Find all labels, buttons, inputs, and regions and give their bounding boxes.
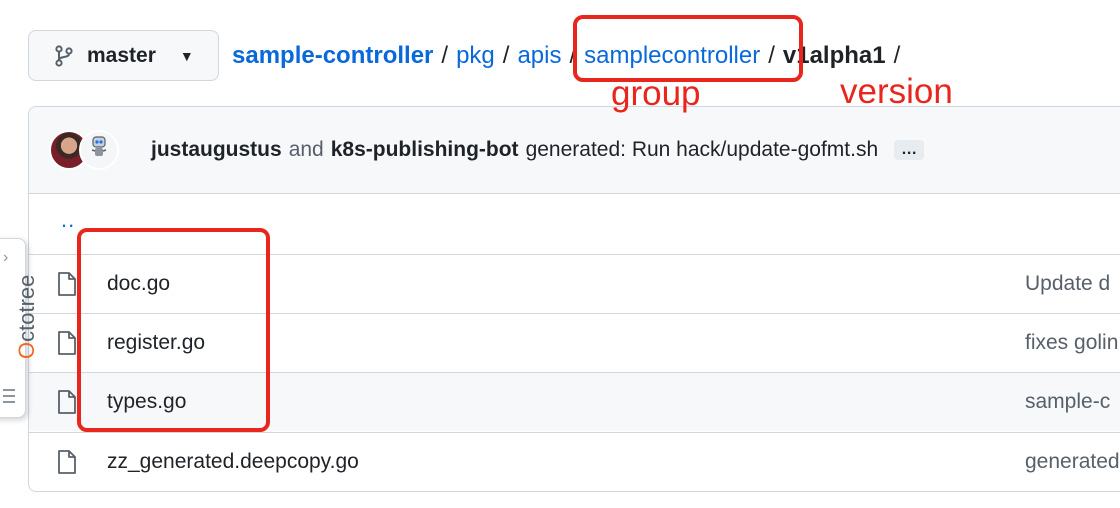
branch-name: master — [87, 43, 156, 67]
breadcrumb-separator: / — [502, 42, 510, 69]
file-icon — [57, 389, 77, 421]
breadcrumb: sample-controller / pkg / apis / samplec… — [232, 40, 908, 72]
file-commit-message[interactable]: generated — [1025, 450, 1120, 474]
file-commit-message[interactable]: Update d — [1025, 272, 1110, 296]
file-name-link[interactable]: zz_generated.deepcopy.go — [107, 450, 359, 474]
breadcrumb-repo-link[interactable]: sample-controller — [232, 42, 433, 70]
breadcrumb-separator: / — [893, 42, 901, 69]
version-annotation-label: version — [840, 72, 953, 111]
group-annotation-label: group — [611, 74, 701, 113]
commit-coauthor-link[interactable]: k8s-publishing-bot — [331, 138, 519, 162]
octotree-sidebar-toggle[interactable]: › Octotree — [0, 238, 39, 418]
breadcrumb-pkg-link[interactable]: pkg — [456, 42, 495, 70]
file-row[interactable]: zz_generated.deepcopy.go generated — [29, 432, 1120, 491]
group-annotation-box — [573, 15, 803, 82]
commit-details-toggle[interactable]: … — [894, 140, 925, 160]
file-icon — [57, 330, 77, 362]
breadcrumb-apis-link[interactable]: apis — [517, 42, 561, 70]
chevron-down-icon: ▼ — [179, 47, 194, 64]
file-commit-message[interactable]: fixes golin — [1025, 331, 1118, 355]
bot-avatar[interactable] — [79, 130, 119, 170]
file-icon — [57, 271, 77, 303]
breadcrumb-separator: / — [441, 42, 449, 69]
branch-selector-button[interactable]: master ▼ — [28, 30, 219, 81]
commit-and-text: and — [288, 138, 324, 161]
file-commit-message[interactable]: sample-c — [1025, 390, 1110, 414]
files-annotation-box — [77, 228, 270, 432]
latest-commit-bar: justaugustus and k8s-publishing-bot gene… — [29, 107, 1120, 194]
file-icon — [57, 449, 77, 481]
git-branch-icon — [55, 44, 73, 67]
commit-avatars — [49, 130, 119, 170]
commit-author-link[interactable]: justaugustus — [151, 138, 282, 162]
drag-handle-icon[interactable] — [3, 389, 15, 407]
commit-message-link[interactable]: generated: Run hack/update-gofmt.sh — [526, 138, 879, 162]
parent-directory-link[interactable]: .. — [61, 207, 75, 233]
robot-icon — [88, 134, 110, 166]
chevron-right-icon: › — [3, 249, 9, 266]
